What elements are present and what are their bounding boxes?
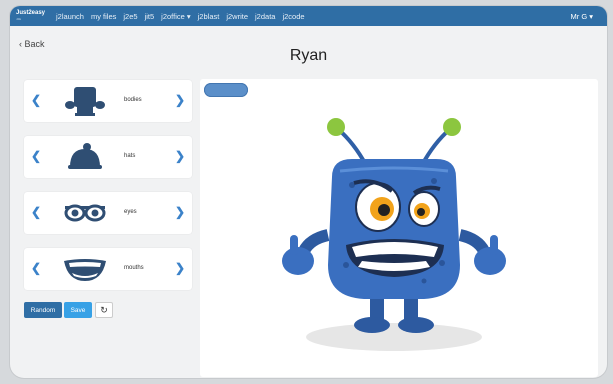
logo-subtext: J2E (16, 17, 22, 21)
nav-links: j2launch my files j2e5 jit5 j2office ▾ j… (56, 12, 305, 21)
part-selector-hats: ❮ hats ❯ (24, 136, 192, 178)
nav-link-j2launch[interactable]: j2launch (56, 12, 84, 21)
nav-link-my-files[interactable]: my files (91, 12, 116, 21)
next-arrow-icon[interactable]: ❯ (175, 149, 185, 163)
nav-link-jit5[interactable]: jit5 (145, 12, 155, 21)
part-label: mouths (124, 265, 144, 271)
body-silhouette-icon (65, 87, 105, 116)
part-label: eyes (124, 209, 137, 215)
nav-link-j2blast[interactable]: j2blast (198, 12, 220, 21)
top-nav: Just2easy J2E j2launch my files j2e5 jit… (10, 6, 607, 26)
refresh-icon[interactable]: ↻ (95, 302, 113, 318)
page-title: Ryan (289, 47, 328, 64)
nav-link-j2office[interactable]: j2office ▾ (161, 12, 190, 21)
prev-arrow-icon[interactable]: ❮ (31, 149, 41, 163)
next-arrow-icon[interactable]: ❯ (175, 205, 185, 219)
monster-canvas (200, 79, 598, 377)
mouth-silhouette-icon (64, 259, 106, 281)
toolbar-pill-button[interactable] (204, 83, 248, 97)
prev-arrow-icon[interactable]: ❮ (31, 261, 41, 275)
next-arrow-icon[interactable]: ❯ (175, 261, 185, 275)
j2e-logo[interactable]: Just2easy J2E (16, 10, 46, 22)
nav-link-j2write[interactable]: j2write (226, 12, 248, 21)
part-selector-bodies: ❮ bodies ❯ (24, 80, 192, 122)
random-button[interactable]: Random (24, 302, 62, 318)
nav-link-j2code[interactable]: j2code (282, 12, 304, 21)
hat-silhouette-icon (68, 143, 102, 169)
prev-arrow-icon[interactable]: ❮ (31, 205, 41, 219)
monster-illustration (282, 118, 506, 351)
eyes-silhouette-icon (64, 204, 106, 222)
app-frame: Just2easy J2E j2launch my files j2e5 jit… (10, 6, 607, 378)
part-selector-mouths: ❮ mouths ❯ (24, 248, 192, 290)
nav-link-j2data[interactable]: j2data (255, 12, 275, 21)
part-label: hats (124, 153, 136, 159)
save-button[interactable]: Save (64, 302, 92, 318)
nav-link-j2e5[interactable]: j2e5 (123, 12, 137, 21)
user-menu[interactable]: Mr G ▾ (570, 12, 593, 21)
next-arrow-icon[interactable]: ❯ (175, 93, 185, 107)
part-label: bodies (124, 97, 142, 103)
part-selector-eyes: ❮ eyes ❯ (24, 192, 192, 234)
prev-arrow-icon[interactable]: ❮ (31, 93, 41, 107)
